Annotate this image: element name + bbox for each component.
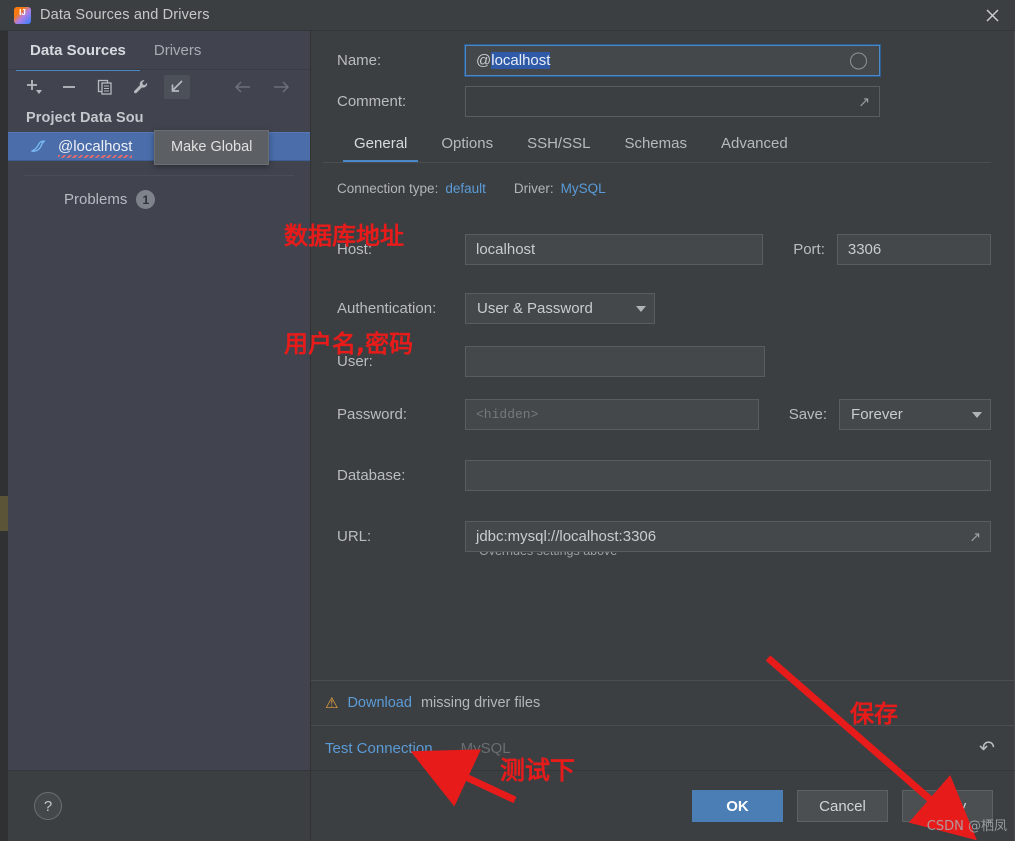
left-rail <box>0 31 8 841</box>
comment-row: Comment: ↗ <box>323 76 991 117</box>
name-status-circle-icon <box>850 52 867 69</box>
host-row: Host: localhost Port: 3306 <box>337 234 991 265</box>
tab-schemas[interactable]: Schemas <box>607 135 704 162</box>
help-button[interactable]: ? <box>34 792 62 820</box>
password-row: Password: <hidden> Save: Forever <box>337 399 991 430</box>
database-label: Database: <box>337 467 406 484</box>
driver-notice-bar: ⚠ Download missing driver files <box>311 680 1015 725</box>
apply-button[interactable]: Apply <box>902 790 993 822</box>
comment-input[interactable]: ↗ <box>465 86 880 117</box>
tab-data-sources[interactable]: Data Sources <box>16 31 140 71</box>
dialog-button-bar: OK Cancel Apply <box>311 770 1015 841</box>
problems-label: Problems <box>64 191 128 208</box>
problems-count-badge: 1 <box>136 190 156 209</box>
tab-general[interactable]: General <box>337 135 424 162</box>
database-row: Database: <box>337 460 991 491</box>
host-input[interactable]: localhost <box>465 234 764 265</box>
port-input[interactable]: 3306 <box>836 234 991 265</box>
download-driver-link[interactable]: Download <box>347 695 412 711</box>
database-input[interactable] <box>465 460 991 491</box>
connection-form: Host: localhost Port: 3306 Authenticatio… <box>323 196 991 558</box>
main-panel: Name: @ localhost Comment: ↗ General Opt… <box>311 31 1015 841</box>
main-scroll-area: Name: @ localhost Comment: ↗ General Opt… <box>311 31 1015 680</box>
tab-drivers[interactable]: Drivers <box>140 31 216 70</box>
wrench-icon[interactable] <box>128 75 154 99</box>
problems-row[interactable]: Problems 1 <box>8 176 310 209</box>
driver-label: Driver: <box>513 181 554 196</box>
title-bar: Data Sources and Drivers <box>0 0 1015 31</box>
driver-value[interactable]: MySQL <box>561 181 606 196</box>
copy-button[interactable] <box>92 75 118 99</box>
password-placeholder: <hidden> <box>476 407 539 422</box>
sidebar-footer: ? <box>8 770 310 841</box>
host-label: Host: <box>337 241 373 258</box>
driver-name-ghost: MySQL <box>460 739 511 757</box>
connection-type-label: Connection type: <box>337 181 439 196</box>
port-label: Port: <box>793 241 825 258</box>
sidebar-toolbar <box>8 70 310 104</box>
chevron-down-icon <box>636 305 646 312</box>
list-item-label: @localhost <box>58 138 133 158</box>
general-settings-tabs: General Options SSH/SSL Schemas Advanced <box>323 117 991 162</box>
authentication-value: User & Password <box>477 300 593 317</box>
save-value: Forever <box>851 406 903 423</box>
warning-triangle-icon: ⚠ <box>325 695 339 712</box>
revert-undo-icon[interactable]: ↶ <box>979 737 995 760</box>
test-connection-link[interactable]: Test Connection <box>325 740 433 757</box>
url-label: URL: <box>337 528 372 545</box>
tab-options[interactable]: Options <box>424 135 510 162</box>
cancel-button[interactable]: Cancel <box>797 790 888 822</box>
save-select[interactable]: Forever <box>839 399 991 430</box>
tab-ssh-ssl[interactable]: SSH/SSL <box>510 135 607 162</box>
connection-summary-line: Connection type: default Driver: MySQL <box>323 163 991 196</box>
group-header-project-data-sources: Project Data Sou <box>26 110 144 126</box>
name-row: Name: @ localhost <box>323 31 991 77</box>
add-button[interactable] <box>20 75 46 99</box>
dialog-title: Data Sources and Drivers <box>40 7 210 23</box>
password-input[interactable]: <hidden> <box>465 399 759 430</box>
user-input[interactable] <box>465 346 765 377</box>
test-connection-bar: Test Connection MySQL ↶ <box>311 725 1015 770</box>
connection-type-value[interactable]: default <box>445 181 486 196</box>
user-label: User: <box>337 353 373 370</box>
rail-marker <box>0 496 8 531</box>
comment-label: Comment: <box>337 93 407 110</box>
user-row: User: <box>337 346 991 377</box>
data-sources-and-drivers-dialog: Data Sources and Drivers Data Sources Dr… <box>0 0 1015 841</box>
authentication-select[interactable]: User & Password <box>465 293 655 324</box>
expand-icon[interactable]: ↗ <box>969 528 981 545</box>
remove-button[interactable] <box>56 75 82 99</box>
tab-advanced[interactable]: Advanced <box>704 135 805 162</box>
save-label: Save: <box>788 406 828 423</box>
name-value-selected: localhost <box>491 52 551 69</box>
intellij-idea-icon <box>14 6 31 24</box>
driver-notice-text: missing driver files <box>420 695 541 711</box>
expand-icon[interactable]: ↗ <box>858 93 870 110</box>
url-input[interactable]: jdbc:mysql://localhost:3306 ↗ <box>465 521 991 552</box>
mysql-dolphin-icon <box>31 140 46 152</box>
sidebar-tabs: Data Sources Drivers <box>8 31 310 71</box>
close-icon[interactable] <box>969 0 1015 31</box>
sidebar: Data Sources Drivers Project Data Sou @l… <box>8 31 311 841</box>
tooltip-make-global: Make Global <box>154 130 270 165</box>
back-button[interactable] <box>230 75 256 99</box>
password-label: Password: <box>337 406 408 423</box>
name-input[interactable]: @ localhost <box>464 44 881 77</box>
authentication-row: Authentication: User & Password <box>337 293 991 324</box>
sidebar-empty-area <box>8 209 310 770</box>
forward-button[interactable] <box>268 75 294 99</box>
url-value: jdbc:mysql://localhost:3306 <box>476 528 657 545</box>
dialog-body: Data Sources Drivers Project Data Sou @l… <box>0 31 1015 841</box>
ok-button[interactable]: OK <box>692 790 783 822</box>
make-global-button[interactable] <box>164 75 190 99</box>
name-label: Name: <box>337 52 382 69</box>
authentication-label: Authentication: <box>337 300 437 317</box>
chevron-down-icon <box>972 411 982 418</box>
name-value-unselected: @ <box>476 52 492 69</box>
